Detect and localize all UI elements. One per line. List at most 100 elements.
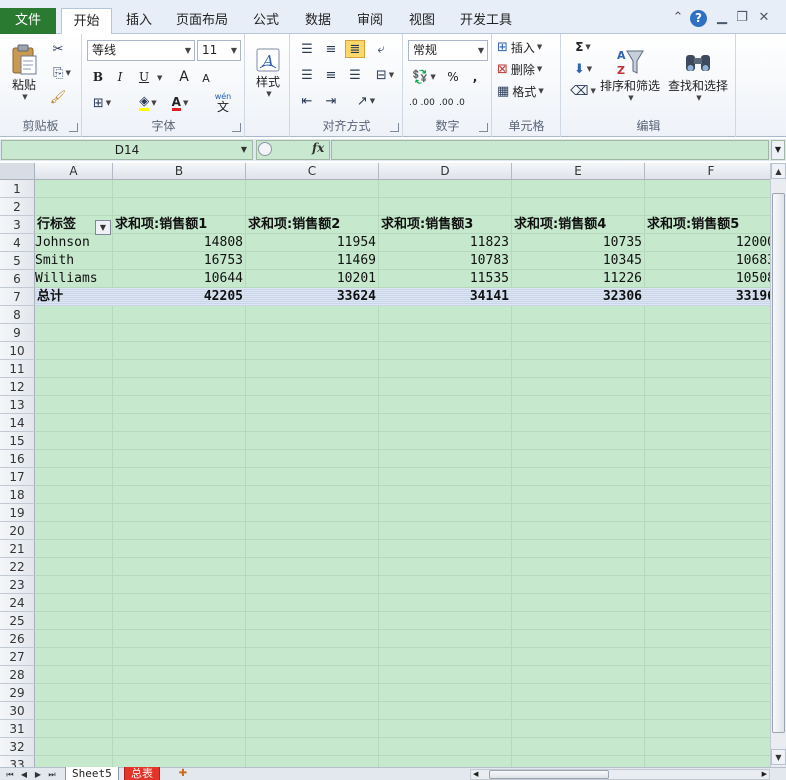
autosum-button[interactable]: Σ ▼ [570, 38, 596, 56]
pivot-value-cell[interactable]: 10735 [512, 234, 645, 252]
increase-indent-button[interactable]: ⇥ [321, 92, 341, 110]
insert-function-button[interactable]: fx [312, 141, 324, 155]
italic-button[interactable]: I [111, 68, 129, 86]
tab-page-layout[interactable]: 页面布局 [168, 8, 236, 34]
pivot-value-cell[interactable]: 16753 [113, 252, 246, 270]
row-header-6[interactable]: 6 [0, 270, 35, 288]
pivot-value-cell[interactable]: 12000 [645, 234, 770, 252]
row-header-17[interactable]: 17 [0, 468, 35, 486]
pivot-value-cell[interactable]: 10783 [379, 252, 512, 270]
close-window-icon[interactable]: ✕ [756, 10, 772, 26]
sheet-tab-sheet5[interactable]: Sheet5 [65, 767, 119, 780]
minimize-window-icon[interactable]: ▁ [714, 10, 730, 26]
pivot-row-name[interactable]: Williams [35, 270, 113, 288]
row-header-2[interactable]: 2 [0, 198, 35, 216]
insert-sheet-icon[interactable]: ✚ [174, 767, 192, 780]
prev-sheet-icon[interactable]: ◀ [18, 768, 30, 780]
copy-button[interactable]: ⎘ ▼ [48, 64, 76, 82]
formula-input[interactable] [331, 140, 769, 160]
align-top-button[interactable]: ☰ [297, 40, 317, 58]
pivot-value-header[interactable]: 求和项:销售额4 [512, 216, 645, 234]
tab-formulas[interactable]: 公式 [244, 8, 288, 34]
minimize-ribbon-icon[interactable]: ⌃ [670, 10, 686, 26]
row-header-3[interactable]: 3 [0, 216, 35, 234]
row-header-14[interactable]: 14 [0, 414, 35, 432]
pivot-value-cell[interactable]: 10345 [512, 252, 645, 270]
align-right-button[interactable]: ☰ [345, 66, 365, 84]
fill-color-button[interactable]: ◈ ▼ [135, 94, 161, 112]
pivot-value-cell[interactable]: 11535 [379, 270, 512, 288]
vertical-scrollbar[interactable]: ▲ ▼ [770, 163, 786, 767]
underline-button[interactable]: U [135, 68, 153, 86]
last-sheet-icon[interactable]: ⏭ [46, 768, 58, 780]
comma-button[interactable]: , [466, 68, 484, 86]
pivot-value-cell[interactable]: 10508 [645, 270, 770, 288]
tab-view[interactable]: 视图 [400, 8, 444, 34]
increase-decimal-button[interactable]: .0 .00 [408, 94, 436, 112]
scroll-down-icon[interactable]: ▼ [771, 749, 786, 765]
name-box[interactable]: D14 [1, 140, 253, 160]
tab-review[interactable]: 审阅 [348, 8, 392, 34]
font-color-button[interactable]: A ▼ [167, 94, 193, 112]
dialog-launcher-icon[interactable] [232, 123, 241, 132]
horizontal-scroll-thumb[interactable] [489, 770, 609, 779]
format-painter-button[interactable]: 🖌 [48, 88, 68, 106]
row-header-10[interactable]: 10 [0, 342, 35, 360]
formula-bar-splitter[interactable] [258, 142, 272, 156]
row-header-26[interactable]: 26 [0, 630, 35, 648]
delete-cells-button[interactable]: ⊠ 删除 ▼ [497, 60, 559, 78]
pivot-value-cell[interactable]: 10644 [113, 270, 246, 288]
first-sheet-icon[interactable]: ⏮ [4, 768, 16, 780]
phonetic-button[interactable]: wén 文 [207, 90, 239, 114]
row-header-20[interactable]: 20 [0, 522, 35, 540]
row-header-23[interactable]: 23 [0, 576, 35, 594]
column-header-d[interactable]: D [379, 163, 512, 180]
accounting-format-button[interactable]: 💱 ▼ [408, 68, 440, 86]
pivot-row-name[interactable]: Smith [35, 252, 113, 270]
decrease-decimal-button[interactable]: .00 .0 [438, 94, 466, 112]
pivot-row-name[interactable]: Johnson [35, 234, 113, 252]
row-header-25[interactable]: 25 [0, 612, 35, 630]
row-label-filter-icon[interactable]: ▼ [95, 220, 111, 235]
row-header-21[interactable]: 21 [0, 540, 35, 558]
row-header-18[interactable]: 18 [0, 486, 35, 504]
row-header-28[interactable]: 28 [0, 666, 35, 684]
row-header-1[interactable]: 1 [0, 180, 35, 198]
scroll-up-icon[interactable]: ▲ [771, 163, 786, 179]
styles-button[interactable]: A 样式 ▼ [250, 38, 286, 106]
pivot-value-cell[interactable]: 11954 [246, 234, 379, 252]
pivot-value-header[interactable]: 求和项:销售额2 [246, 216, 379, 234]
row-header-4[interactable]: 4 [0, 234, 35, 252]
format-cells-button[interactable]: ▦ 格式 ▼ [497, 82, 559, 100]
grand-total-value[interactable]: 33196 [645, 288, 770, 306]
row-header-11[interactable]: 11 [0, 360, 35, 378]
align-middle-button[interactable]: ≡ [321, 40, 341, 58]
select-all-corner[interactable] [0, 163, 35, 180]
worksheet-grid[interactable]: ABCDEF 1 2 3 4 5 6 7 8 9 10 11 12 13 14 15 16 17 18 19 20 21… [0, 163, 770, 767]
row-header-27[interactable]: 27 [0, 648, 35, 666]
shrink-font-button[interactable]: A [197, 70, 215, 86]
borders-button[interactable]: ⊞ ▼ [89, 94, 115, 112]
pivot-value-header[interactable]: 求和项:销售额3 [379, 216, 512, 234]
row-header-16[interactable]: 16 [0, 450, 35, 468]
help-icon[interactable]: ? [690, 10, 707, 27]
align-center-button[interactable]: ≡ [321, 66, 341, 84]
dialog-launcher-icon[interactable] [69, 123, 78, 132]
expand-formula-bar-icon[interactable]: ▼ [771, 140, 785, 160]
row-header-24[interactable]: 24 [0, 594, 35, 612]
tab-insert[interactable]: 插入 [116, 8, 162, 34]
row-header-19[interactable]: 19 [0, 504, 35, 522]
align-bottom-button[interactable]: ≣ [345, 40, 365, 58]
pivot-value-header[interactable]: 求和项:销售额5 [645, 216, 770, 234]
cut-button[interactable]: ✂ [48, 40, 68, 58]
row-header-31[interactable]: 31 [0, 720, 35, 738]
row-header-12[interactable]: 12 [0, 378, 35, 396]
align-left-button[interactable]: ☰ [297, 66, 317, 84]
clear-button[interactable]: ⌫ ▼ [570, 82, 596, 100]
tab-developer[interactable]: 开发工具 [452, 8, 520, 34]
wrap-text-button[interactable]: ⤶ [371, 40, 391, 58]
row-header-22[interactable]: 22 [0, 558, 35, 576]
font-name-select[interactable]: 等线 ▼ [87, 40, 195, 61]
pivot-value-cell[interactable]: 11823 [379, 234, 512, 252]
horizontal-scrollbar[interactable]: ◀ ▶ [470, 769, 770, 780]
